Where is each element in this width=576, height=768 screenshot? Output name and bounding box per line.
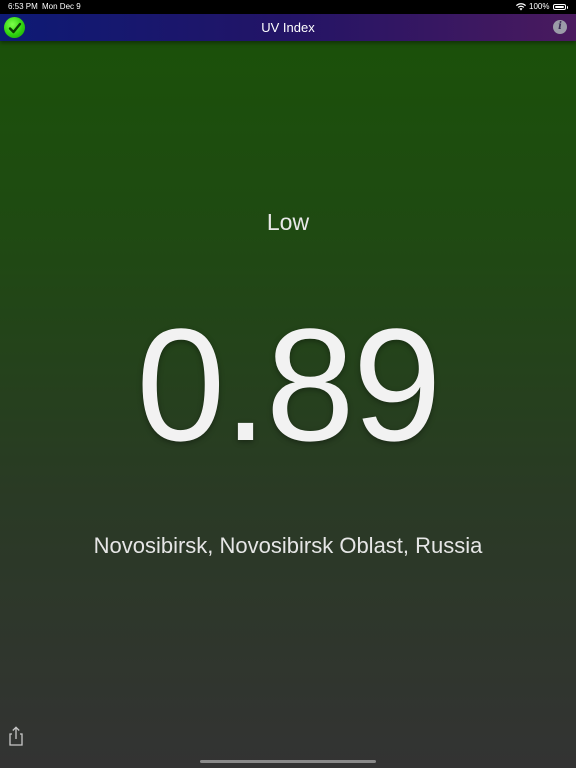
uv-level-label: Low (266, 209, 310, 235)
info-button[interactable]: i (553, 20, 567, 34)
home-indicator[interactable] (200, 760, 376, 763)
status-time: 6:53 PM (8, 2, 38, 11)
page-title: UV Index (261, 20, 315, 35)
navigation-bar: UV Index i (0, 14, 576, 41)
battery-percentage: 100% (529, 2, 550, 11)
share-icon[interactable] (7, 726, 25, 746)
battery-icon (552, 4, 566, 10)
status-indicators: 100% (516, 0, 568, 14)
status-date: Mon Dec 9 (42, 2, 81, 11)
wifi-icon (516, 3, 527, 11)
location-label: Novosibirsk, Novosibirsk Oblast, Russia (93, 533, 483, 558)
status-bar: 6:53 PM Mon Dec 9 100% (0, 0, 576, 14)
uv-index-value: 0.89 (136, 295, 441, 474)
battery-fill (554, 6, 564, 8)
battery-cap (566, 5, 568, 9)
app-screen: 6:53 PM Mon Dec 9 100% UV Index i Low 0.… (0, 0, 576, 768)
